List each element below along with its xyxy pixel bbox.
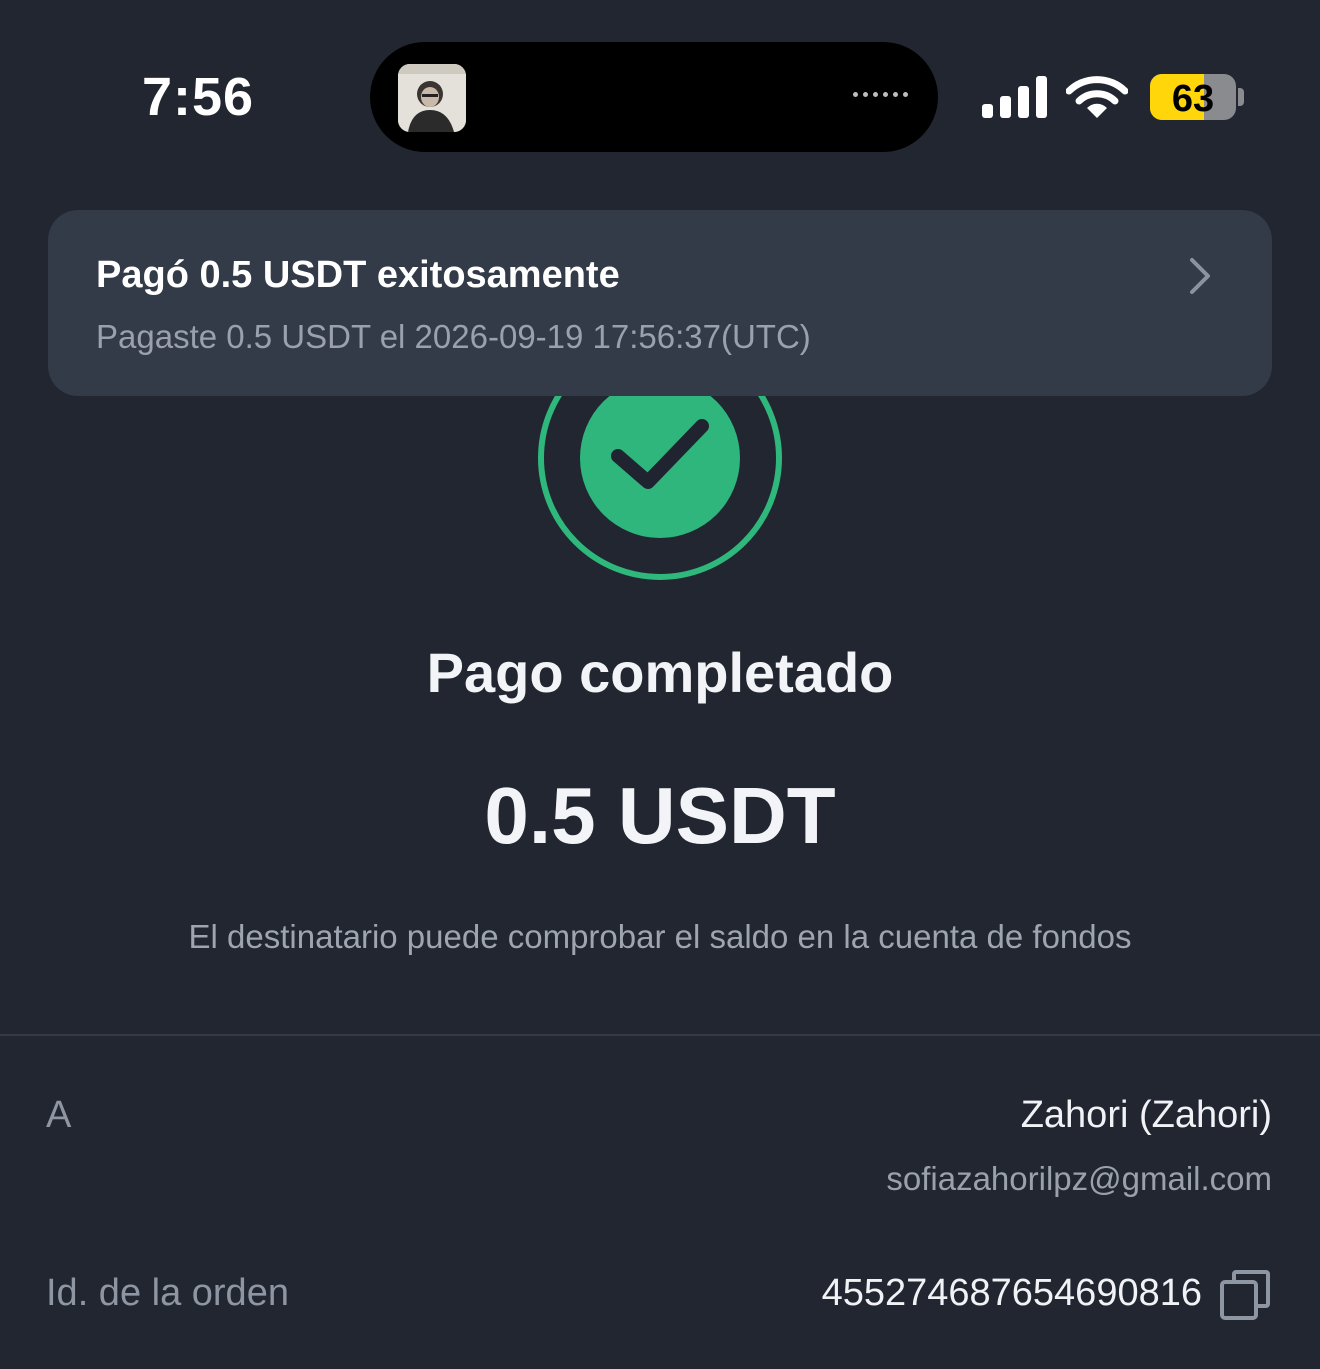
payment-complete-screen: 7:56 63 Pagó 0.5 USDT exitosamente Pagas… — [0, 0, 1320, 1369]
battery-icon: 63 — [1150, 74, 1236, 120]
battery-nub — [1238, 88, 1244, 106]
recipient-note: El destinatario puede comprobar el saldo… — [188, 918, 1132, 955]
notification-subtitle: Pagaste 0.5 USDT el 2026-09-19 17:56:37(… — [96, 318, 811, 355]
now-playing-artwork — [398, 64, 466, 132]
dynamic-island[interactable] — [370, 42, 938, 152]
recipient-label: A — [46, 1094, 72, 1136]
payment-notification-banner[interactable]: Pagó 0.5 USDT exitosamente Pagaste 0.5 U… — [48, 210, 1272, 396]
signal-icon — [982, 76, 1047, 118]
success-badge — [580, 378, 740, 538]
copy-icon[interactable] — [1218, 1268, 1272, 1322]
recipient-email: sofiazahorilpz@gmail.com — [886, 1160, 1272, 1197]
result-title: Pago completado — [426, 641, 894, 704]
recipient-name: Zahori (Zahori) — [1020, 1094, 1272, 1136]
checkmark-icon — [611, 419, 709, 489]
order-id-label: Id. de la orden — [46, 1272, 289, 1314]
activity-dots-icon — [853, 92, 908, 97]
section-divider — [0, 1034, 1320, 1036]
payment-amount: 0.5 USDT — [484, 771, 836, 860]
notification-title: Pagó 0.5 USDT exitosamente — [96, 254, 620, 296]
chevron-right-icon — [1190, 258, 1210, 294]
order-id-value: 455274687654690816 — [821, 1272, 1202, 1314]
wifi-icon — [1066, 76, 1128, 118]
status-time: 7:56 — [142, 67, 255, 127]
battery-level: 63 — [1171, 78, 1215, 120]
